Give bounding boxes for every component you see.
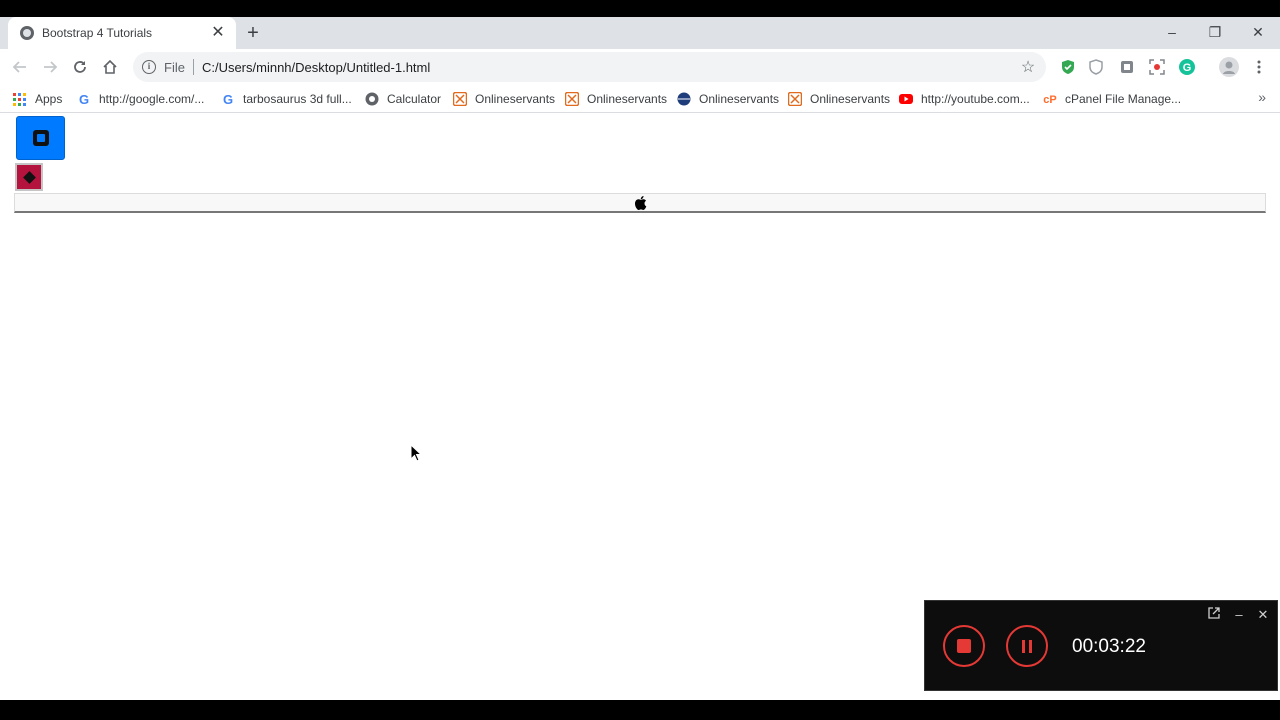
tab-title: Bootstrap 4 Tutorials bbox=[42, 26, 153, 40]
shield-outline-icon[interactable] bbox=[1086, 57, 1106, 77]
square-icon bbox=[32, 130, 49, 146]
home-button[interactable] bbox=[98, 55, 122, 79]
pause-recording-button[interactable] bbox=[1006, 625, 1048, 667]
new-tab-button[interactable]: + bbox=[243, 23, 263, 43]
puzzle-extension-icon[interactable] bbox=[1117, 57, 1137, 77]
restore-button[interactable]: ❐ bbox=[1193, 17, 1237, 47]
address-bar[interactable]: i File C:/Users/minnh/Desktop/Untitled-1… bbox=[133, 52, 1046, 82]
google-icon: G bbox=[79, 92, 89, 106]
bookmark-calculator[interactable]: Calculator bbox=[365, 89, 441, 109]
globe-icon bbox=[365, 92, 379, 106]
diamond-icon bbox=[22, 170, 36, 184]
minimize-icon[interactable]: – bbox=[1231, 607, 1247, 623]
globe-icon bbox=[20, 26, 34, 40]
apple-icon-bar[interactable] bbox=[14, 193, 1266, 213]
primary-icon-button[interactable] bbox=[16, 116, 65, 160]
menu-kebab-icon[interactable] bbox=[1249, 57, 1269, 77]
bookmark-cpanel[interactable]: cP cPanel File Manage... bbox=[1043, 89, 1181, 109]
pause-icon bbox=[1022, 639, 1025, 653]
toolbar: i File C:/Users/minnh/Desktop/Untitled-1… bbox=[0, 49, 1280, 85]
google-icon: G bbox=[223, 92, 233, 106]
home-icon bbox=[103, 59, 117, 74]
screen-recorder-panel: – ✕ 00:03:22 bbox=[924, 600, 1278, 691]
joomla-icon bbox=[788, 92, 802, 106]
info-icon[interactable]: i bbox=[142, 60, 156, 74]
joomla-icon bbox=[565, 92, 579, 106]
bookmark-apps[interactable]: Apps bbox=[13, 89, 62, 109]
tab-strip: Bootstrap 4 Tutorials ✕ + – ❐ ✕ bbox=[0, 17, 1280, 49]
address-separator bbox=[192, 59, 194, 75]
stop-recording-button[interactable] bbox=[943, 625, 985, 667]
bookmark-label: Calculator bbox=[387, 92, 442, 106]
stop-icon bbox=[957, 639, 971, 653]
joomla-icon bbox=[453, 92, 467, 106]
url-text[interactable]: C:/Users/minnh/Desktop/Untitled-1.html bbox=[202, 60, 1018, 75]
bookmark-onlineservants-3[interactable]: Onlineservants bbox=[677, 89, 779, 109]
tab-active[interactable]: Bootstrap 4 Tutorials ✕ bbox=[8, 17, 236, 49]
arrow-left-icon bbox=[12, 61, 26, 73]
reload-icon bbox=[74, 61, 86, 73]
browser-window: Bootstrap 4 Tutorials ✕ + – ❐ ✕ i File C… bbox=[0, 17, 1280, 700]
bookmark-star-icon[interactable]: ☆ bbox=[1018, 57, 1038, 77]
reload-button[interactable] bbox=[68, 55, 92, 79]
svg-text:G: G bbox=[223, 92, 233, 106]
cpanel-icon: cP bbox=[1043, 94, 1056, 106]
bookmark-label: Onlineservants bbox=[699, 92, 780, 106]
mouse-cursor-icon bbox=[410, 444, 422, 462]
bookmark-youtube[interactable]: http://youtube.com... bbox=[899, 89, 1030, 109]
profile-avatar-icon[interactable] bbox=[1219, 57, 1239, 77]
bookmark-label: http://youtube.com... bbox=[921, 92, 1030, 106]
minimize-button[interactable]: – bbox=[1150, 17, 1194, 47]
svg-text:G: G bbox=[1183, 62, 1192, 74]
recording-timer: 00:03:22 bbox=[1072, 636, 1146, 657]
window-close-button[interactable]: ✕ bbox=[1236, 17, 1280, 47]
bookmark-label: Onlineservants bbox=[475, 92, 556, 106]
bookmark-label: tarbosaurus 3d full... bbox=[243, 92, 352, 106]
bookmarks-bar: Apps G http://google.com/... G tarbosaur… bbox=[0, 85, 1280, 113]
external-link-icon[interactable] bbox=[1206, 607, 1222, 623]
bookmark-label: Onlineservants bbox=[810, 92, 891, 106]
url-scheme: File bbox=[164, 59, 185, 75]
bookmark-onlineservants-4[interactable]: Onlineservants bbox=[788, 89, 890, 109]
close-icon[interactable]: ✕ bbox=[208, 23, 228, 43]
shield-extension-icon[interactable] bbox=[1058, 57, 1078, 77]
bookmark-google[interactable]: G http://google.com/... bbox=[77, 89, 204, 109]
chevron-double-right-icon[interactable]: » bbox=[1258, 89, 1266, 105]
bookmark-tarbosaurus[interactable]: G tarbosaurus 3d full... bbox=[221, 89, 352, 109]
bookmark-label: Onlineservants bbox=[587, 92, 668, 106]
svg-text:G: G bbox=[79, 92, 89, 106]
bookmark-label: Apps bbox=[35, 92, 63, 106]
bookmark-onlineservants-1[interactable]: Onlineservants bbox=[453, 89, 555, 109]
screenshot-extension-icon[interactable] bbox=[1147, 57, 1167, 77]
grammarly-icon[interactable]: G bbox=[1177, 57, 1197, 77]
bookmark-label: http://google.com/... bbox=[99, 92, 205, 106]
bookmark-onlineservants-2[interactable]: Onlineservants bbox=[565, 89, 667, 109]
pause-icon-bar bbox=[1029, 639, 1032, 653]
back-button[interactable] bbox=[8, 55, 32, 79]
youtube-icon bbox=[899, 94, 913, 104]
danger-icon-button[interactable] bbox=[15, 163, 43, 191]
close-icon[interactable]: ✕ bbox=[1255, 607, 1271, 623]
apps-grid-icon bbox=[13, 92, 27, 106]
forward-button[interactable] bbox=[38, 55, 62, 79]
globe-icon bbox=[677, 92, 691, 106]
bookmark-label: cPanel File Manage... bbox=[1065, 92, 1182, 106]
svg-text:cP: cP bbox=[1043, 94, 1056, 106]
apple-icon bbox=[634, 195, 646, 210]
arrow-right-icon bbox=[44, 61, 58, 73]
